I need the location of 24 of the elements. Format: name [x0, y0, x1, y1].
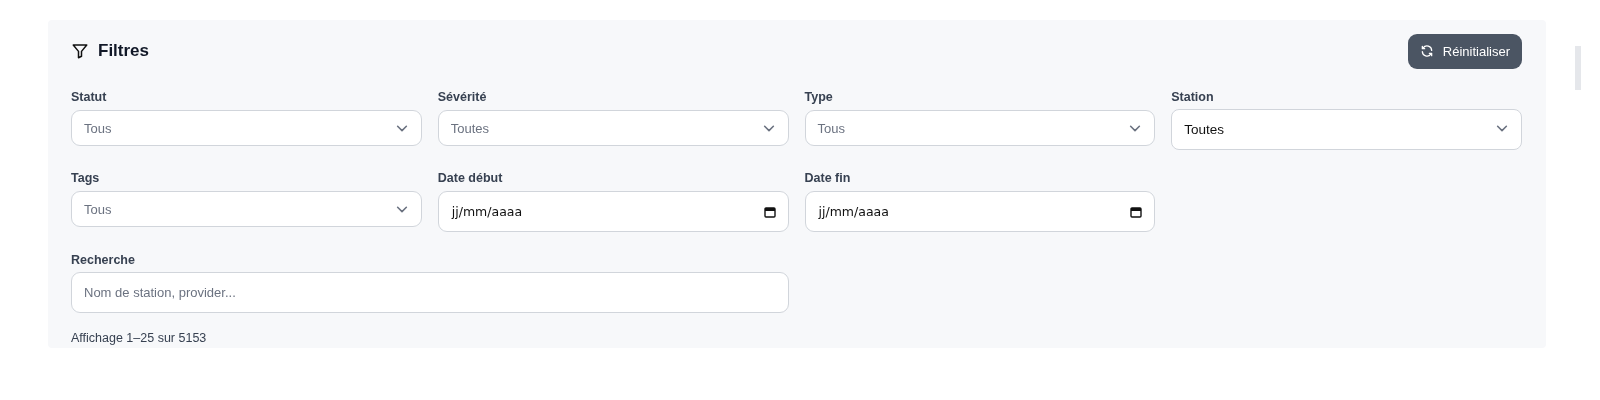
field-label: Recherche [71, 253, 136, 268]
field-label: Tags [71, 171, 101, 186]
panel-title: Filtres [98, 41, 150, 61]
field-label: Statut [71, 90, 108, 105]
date-field[interactable]: jj/mm/aaaa [437, 191, 789, 232]
field-label: Type [804, 90, 834, 105]
field-label: Date fin [804, 171, 852, 186]
search-field[interactable]: Nom de station, provider... [71, 272, 789, 313]
filter-icon [71, 42, 89, 60]
refresh-icon [1419, 44, 1434, 58]
select-field[interactable]: Tous [804, 110, 1156, 146]
select-field[interactable]: Toutes [1171, 109, 1522, 150]
scrollbar-thumb[interactable] [1575, 46, 1581, 90]
select-field[interactable]: Tous [71, 110, 422, 146]
results-summary: Affichage 1–25 sur 5153 [71, 331, 208, 345]
field-label: Station [1171, 90, 1215, 105]
calendar-icon[interactable] [1130, 205, 1143, 218]
field-label: Date début [437, 171, 504, 186]
field-label: Sévérité [437, 90, 488, 105]
date-field[interactable]: jj/mm/aaaa [804, 191, 1156, 232]
select-field[interactable]: Tous [71, 191, 422, 227]
select-field[interactable]: Toutes [437, 110, 789, 146]
reset-button[interactable]: Réinitialiser [1407, 33, 1522, 69]
calendar-icon[interactable] [763, 205, 776, 218]
